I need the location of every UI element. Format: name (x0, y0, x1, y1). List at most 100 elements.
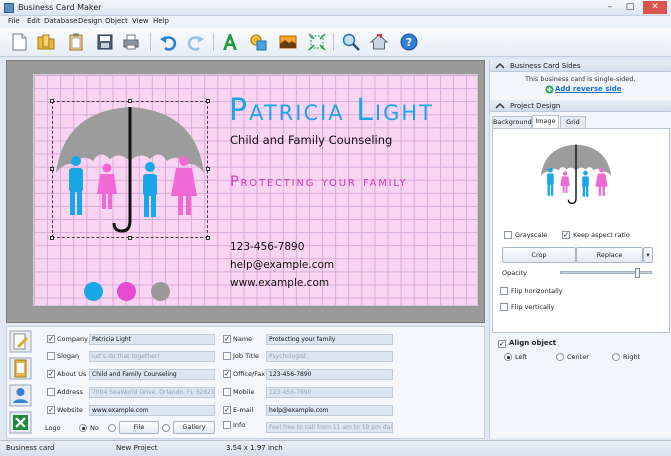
mobile-checkbox[interactable] (223, 388, 231, 396)
business-card[interactable]: Patricia Light Child and Family Counseli… (33, 74, 478, 306)
resize-selection-icon[interactable] (307, 32, 327, 52)
website-checkbox[interactable]: ✓ (47, 406, 55, 414)
card-website[interactable]: www.example.com (230, 277, 329, 289)
card-slogan[interactable]: Protecting your family (230, 174, 407, 190)
crop-button[interactable]: Crop (502, 247, 576, 263)
templates-icon[interactable] (9, 357, 32, 380)
logo-file-button[interactable]: File (119, 421, 159, 434)
align-right-radio[interactable] (612, 353, 620, 361)
menu-edit[interactable]: Edit (27, 17, 41, 25)
resize-handle[interactable] (50, 99, 54, 103)
home-web-icon[interactable] (369, 32, 389, 52)
maximize-button[interactable]: □ (622, 1, 638, 14)
design-canvas[interactable]: Patricia Light Child and Family Counseli… (6, 60, 485, 323)
address-field[interactable]: 7004 SeaWorld Drive, Orlando, FL 32821 (89, 387, 215, 398)
name-checkbox[interactable]: ✓ (223, 335, 231, 343)
blue-dot[interactable] (84, 282, 103, 301)
website-field[interactable]: www.example.com (89, 405, 215, 416)
logo-file-radio[interactable] (108, 424, 116, 432)
card-phone[interactable]: 123-456-7890 (230, 241, 304, 253)
job-title-field[interactable]: Psychologist (266, 351, 393, 362)
flip-horizontal-checkbox[interactable] (500, 287, 508, 295)
about-us-checkbox[interactable]: ✓ (47, 370, 55, 378)
resize-handle[interactable] (206, 167, 210, 171)
slogan-checkbox[interactable] (47, 352, 55, 360)
grayscale-checkbox[interactable] (504, 231, 512, 239)
add-reverse-side-link[interactable]: Add reverse side (555, 85, 622, 93)
save-icon[interactable] (95, 32, 115, 52)
align-center-radio[interactable] (556, 353, 564, 361)
add-shape-icon[interactable] (248, 32, 268, 52)
align-object-checkbox[interactable]: ✓ (498, 340, 506, 348)
opacity-slider[interactable] (560, 268, 652, 278)
info-label: Info (233, 421, 246, 429)
address-checkbox[interactable] (47, 388, 55, 396)
keep-aspect-checkbox[interactable]: ✓ (562, 231, 570, 239)
logo-no-radio[interactable] (79, 424, 87, 432)
flip-vertical-label: Flip vertically (511, 303, 555, 311)
office-fax-field[interactable]: 123-456-7890 (266, 369, 393, 380)
company-field[interactable]: Patricia Light (89, 334, 215, 345)
menu-design[interactable]: Design (78, 17, 102, 25)
new-document-icon[interactable] (9, 32, 29, 52)
minimize-button[interactable]: – (602, 1, 618, 14)
flip-vertical-checkbox[interactable] (500, 303, 508, 311)
info-checkbox[interactable] (223, 421, 231, 429)
status-project-name: New Project (116, 444, 158, 452)
print-icon[interactable] (121, 32, 141, 52)
logo-gallery-button[interactable]: Gallery (173, 421, 215, 434)
name-field[interactable]: Protecting your family (266, 334, 393, 345)
resize-handle[interactable] (50, 167, 54, 171)
tab-background[interactable]: Background (492, 116, 532, 128)
slogan-field[interactable]: Let's do that together! (89, 351, 215, 362)
card-email[interactable]: help@example.com (230, 259, 334, 271)
menu-help[interactable]: Help (153, 17, 169, 25)
zoom-icon[interactable] (341, 32, 361, 52)
add-image-icon[interactable] (278, 32, 298, 52)
svg-text:?: ? (406, 36, 412, 49)
email-checkbox[interactable]: ✓ (223, 406, 231, 414)
gray-dot[interactable] (151, 282, 170, 301)
project-design-header[interactable]: Project Design (490, 100, 671, 112)
menu-file[interactable]: File (8, 17, 20, 25)
menu-object[interactable]: Object (105, 17, 128, 25)
resize-handle[interactable] (50, 236, 54, 240)
resize-handle[interactable] (128, 99, 132, 103)
redo-icon[interactable] (186, 32, 206, 52)
open-folder-icon[interactable] (36, 32, 56, 52)
contacts-database-icon[interactable] (9, 384, 32, 407)
excel-import-icon[interactable] (9, 411, 32, 434)
pink-dot[interactable] (117, 282, 136, 301)
logo-gallery-radio[interactable] (162, 424, 170, 432)
office-fax-checkbox[interactable]: ✓ (223, 370, 231, 378)
resize-handle[interactable] (128, 236, 132, 240)
add-text-icon[interactable] (220, 32, 240, 52)
menu-database[interactable]: Database (44, 17, 77, 25)
close-button[interactable]: ✕ (643, 1, 667, 14)
replace-dropdown-button[interactable]: ▾ (643, 247, 653, 263)
edit-text-icon[interactable] (9, 330, 32, 353)
replace-button[interactable]: Replace (576, 247, 643, 263)
resize-handle[interactable] (206, 99, 210, 103)
tab-grid[interactable]: Grid (560, 116, 586, 128)
collapse-arrow-icon[interactable] (495, 102, 505, 110)
card-name[interactable]: Patricia Light (229, 93, 434, 128)
tab-image[interactable]: Image (532, 115, 559, 128)
resize-handle[interactable] (206, 236, 210, 240)
align-left-radio[interactable] (504, 353, 512, 361)
email-field[interactable]: help@example.com (266, 405, 393, 416)
card-company[interactable]: Child and Family Counseling (230, 133, 392, 147)
opacity-slider-thumb[interactable] (634, 268, 640, 278)
logo-selection-box[interactable] (50, 99, 210, 240)
about-us-field[interactable]: Child and Family Counseling (89, 369, 215, 380)
mobile-field[interactable]: 123-456-7890 (266, 387, 393, 398)
info-field[interactable]: Feel free to call from 11 am to 19 pm da… (266, 422, 393, 433)
undo-icon[interactable] (158, 32, 178, 52)
help-icon[interactable]: ? (399, 32, 419, 52)
collapse-arrow-icon[interactable] (495, 62, 505, 70)
clipboard-icon[interactable] (66, 32, 86, 52)
menu-view[interactable]: View (132, 17, 149, 25)
card-sides-header[interactable]: Business Card Sides (490, 60, 671, 72)
job-title-checkbox[interactable] (223, 352, 231, 360)
company-checkbox[interactable]: ✓ (47, 335, 55, 343)
